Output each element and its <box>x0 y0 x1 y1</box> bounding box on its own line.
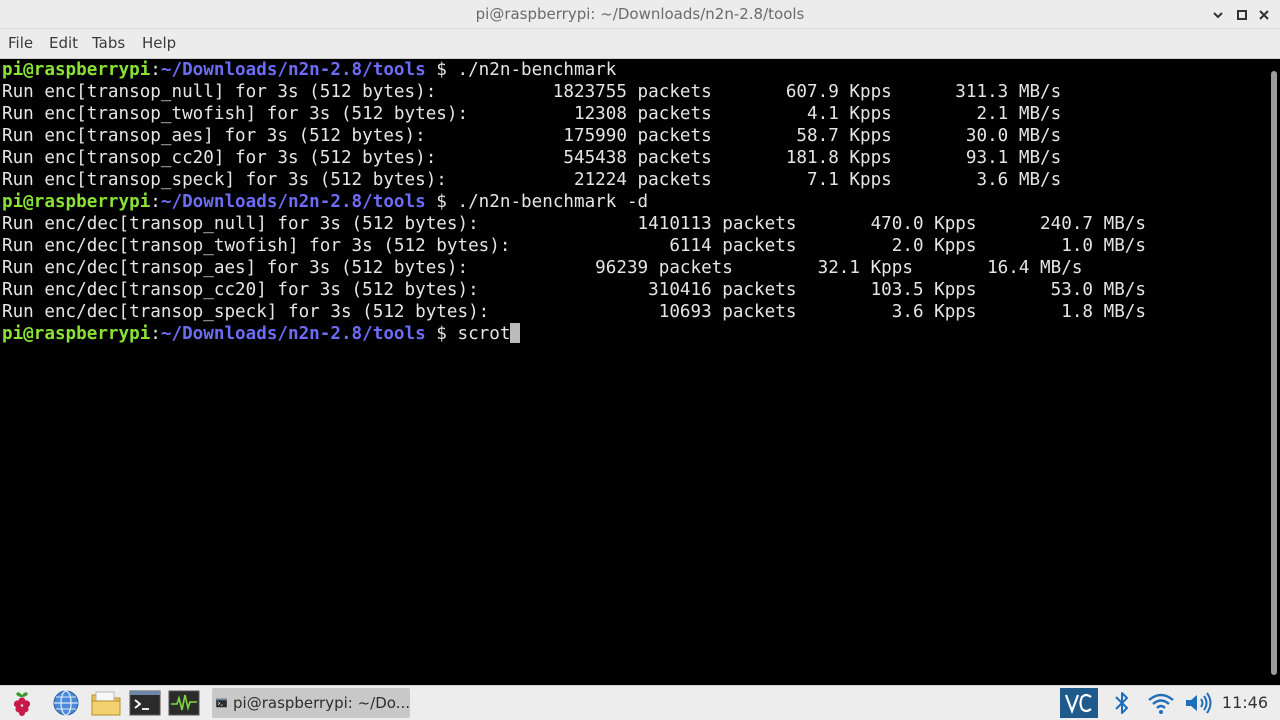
terminal-output-line: Run enc/dec[transop_cc20] for 3s (512 by… <box>2 280 1146 300</box>
terminal-launcher-button[interactable] <box>128 688 162 718</box>
menu-file[interactable]: File <box>8 29 33 58</box>
prompt-command: scrot <box>457 324 511 344</box>
terminal-output-line: Run enc/dec[transop_twofish] for 3s (512… <box>2 236 1146 256</box>
vnc-icon <box>1064 693 1092 715</box>
prompt-symbol: $ <box>425 192 458 212</box>
window-titlebar[interactable]: pi@raspberrypi: ~/Downloads/n2n-2.8/tool… <box>0 0 1280 29</box>
terminal-prompt-line: pi@raspberrypi:~/Downloads/n2n-2.8/tools… <box>2 323 521 345</box>
volume-button[interactable] <box>1182 688 1214 718</box>
wifi-button[interactable] <box>1146 688 1176 718</box>
terminal-output[interactable]: pi@raspberrypi:~/Downloads/n2n-2.8/tools… <box>0 59 1268 685</box>
close-icon <box>1259 10 1269 20</box>
menu-help[interactable]: Help <box>142 29 176 58</box>
prompt-path: ~/Downloads/n2n-2.8/tools <box>160 60 426 80</box>
menu-edit[interactable]: Edit <box>49 29 78 58</box>
vnc-server-button[interactable] <box>1060 688 1098 718</box>
minimize-button[interactable] <box>1208 5 1228 25</box>
prompt-colon: : <box>150 324 161 344</box>
file-manager-icon <box>91 691 121 716</box>
text-cursor <box>510 323 521 343</box>
terminal-output-line: Run enc/dec[transop_speck] for 3s (512 b… <box>2 302 1146 322</box>
taskbar-terminal-window[interactable]: pi@raspberrypi: ~/Do... <box>212 688 410 718</box>
terminal-output-line: Run enc/dec[transop_aes] for 3s (512 byt… <box>2 258 1083 278</box>
terminal-output-line: Run enc[transop_cc20] for 3s (512 bytes)… <box>2 148 1062 168</box>
maximize-button[interactable] <box>1232 5 1252 25</box>
terminal-output-line: Run enc[transop_null] for 3s (512 bytes)… <box>2 82 1062 102</box>
terminal-output-line: Run enc/dec[transop_null] for 3s (512 by… <box>2 214 1146 234</box>
prompt-path: ~/Downloads/n2n-2.8/tools <box>160 324 426 344</box>
system-monitor-icon <box>168 690 200 716</box>
raspberry-menu-icon <box>13 692 31 716</box>
file-manager-button[interactable] <box>89 688 123 718</box>
web-browser-icon <box>53 690 79 716</box>
taskbar: pi@raspberrypi: ~/Do... 11:46 <box>0 685 1280 720</box>
chevron-down-icon <box>1213 12 1223 19</box>
prompt-command: ./n2n-benchmark -d <box>457 192 649 212</box>
window-title: pi@raspberrypi: ~/Downloads/n2n-2.8/tool… <box>475 5 805 23</box>
menu-bar: File Edit Tabs Help <box>0 29 1280 59</box>
prompt-user: pi@raspberrypi <box>2 192 151 212</box>
prompt-path: ~/Downloads/n2n-2.8/tools <box>160 192 426 212</box>
terminal-output-line: Run enc[transop_speck] for 3s (512 bytes… <box>2 170 1062 190</box>
web-browser-button[interactable] <box>50 688 82 718</box>
clock[interactable]: 11:46 <box>1222 686 1268 720</box>
volume-icon <box>1186 692 1212 714</box>
terminal-scrollbar[interactable] <box>1268 59 1280 685</box>
terminal-output-line: Run enc[transop_twofish] for 3s (512 byt… <box>2 104 1062 124</box>
wifi-icon <box>1148 693 1174 714</box>
prompt-symbol: $ <box>425 324 458 344</box>
terminal-icon <box>129 690 161 716</box>
prompt-symbol: $ <box>425 60 458 80</box>
maximize-icon <box>1237 10 1247 20</box>
prompt-colon: : <box>150 192 161 212</box>
terminal-output-line: Run enc[transop_aes] for 3s (512 bytes):… <box>2 126 1062 146</box>
prompt-user: pi@raspberrypi <box>2 324 151 344</box>
system-monitor-button[interactable] <box>167 688 201 718</box>
terminal-icon <box>216 698 227 708</box>
bluetooth-button[interactable] <box>1108 688 1136 718</box>
close-button[interactable] <box>1254 5 1274 25</box>
taskbar-window-label: pi@raspberrypi: ~/Do... <box>233 694 410 712</box>
menu-tabs[interactable]: Tabs <box>92 29 125 58</box>
terminal-prompt-line: pi@raspberrypi:~/Downloads/n2n-2.8/tools… <box>2 59 616 81</box>
bluetooth-icon <box>1115 692 1128 714</box>
prompt-colon: : <box>150 60 161 80</box>
terminal-prompt-line: pi@raspberrypi:~/Downloads/n2n-2.8/tools… <box>2 191 648 213</box>
prompt-command: ./n2n-benchmark <box>457 60 617 80</box>
scrollbar-thumb[interactable] <box>1271 71 1277 675</box>
raspberry-menu-button[interactable] <box>6 688 38 718</box>
prompt-user: pi@raspberrypi <box>2 60 151 80</box>
